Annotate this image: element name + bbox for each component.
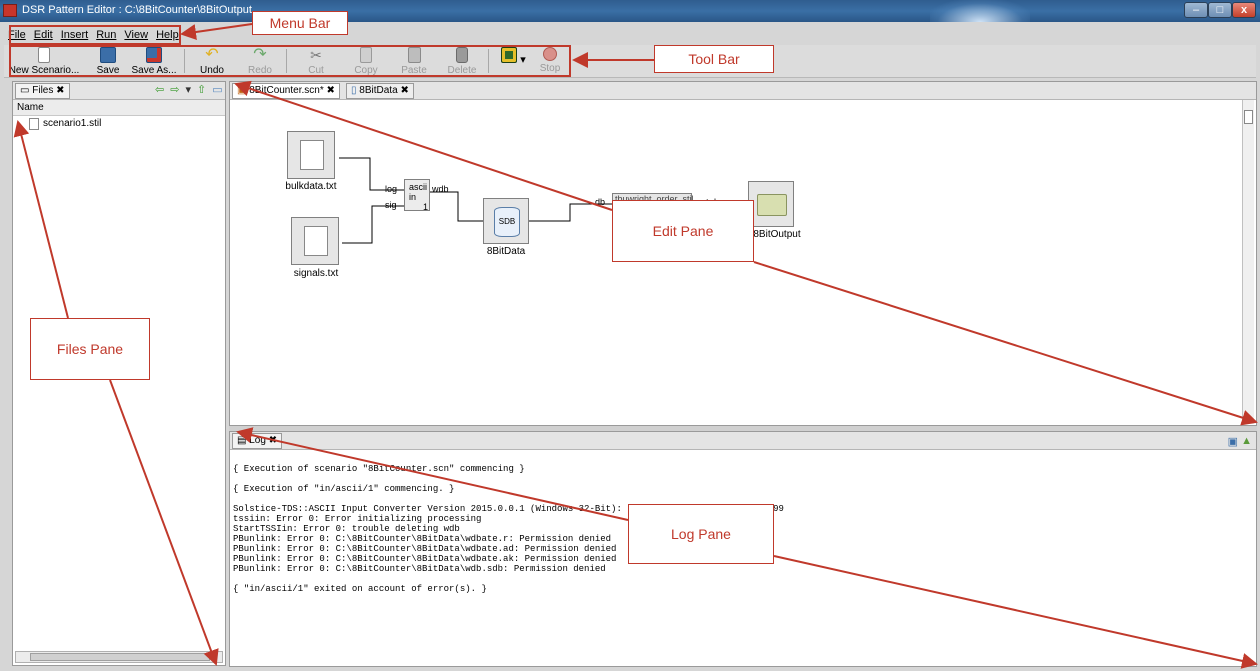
delete-button[interactable]: Delete <box>442 47 482 77</box>
tool-bar: New Scenario... Save Save As... ↶ Undo ↷… <box>4 45 1256 78</box>
callout-log-pane: Log Pane <box>628 504 774 564</box>
save-log-icon[interactable]: ▣ <box>1228 435 1238 448</box>
chevron-down-icon[interactable]: ▾ <box>185 84 197 96</box>
window-title: DSR Pattern Editor : C:\8BitCounter\8Bit… <box>22 4 252 16</box>
maximize-button[interactable]: □ <box>1208 2 1232 18</box>
chevron-down-icon[interactable]: ▾ <box>518 53 528 83</box>
redo-icon: ↷ <box>253 46 267 63</box>
save-as-icon <box>146 47 162 63</box>
menu-run[interactable]: Run <box>92 26 120 44</box>
new-scenario-button[interactable]: New Scenario... <box>8 47 80 77</box>
clear-log-icon[interactable]: ▲ <box>1241 435 1252 447</box>
minimize-button[interactable]: – <box>1184 2 1208 18</box>
callout-edit-pane: Edit Pane <box>612 200 754 262</box>
new-file-icon <box>38 47 50 63</box>
stop-icon <box>543 47 557 61</box>
paste-button[interactable]: Paste <box>394 47 434 77</box>
tab-log[interactable]: ▤ Log ✖ <box>232 433 283 449</box>
titlebar-glow <box>930 0 1030 22</box>
menu-help[interactable]: Help <box>152 26 183 44</box>
vertical-scrollbar[interactable] <box>1242 100 1254 424</box>
files-header: ▭ Files ✖ ⇦⇨▾⇧▭▣ <box>13 82 239 100</box>
new-folder-icon[interactable]: ▭ <box>212 84 228 96</box>
cut-button[interactable]: ✂ Cut <box>296 47 336 77</box>
log-icon: ▤ <box>237 435 247 446</box>
folder-icon: ▭ <box>20 85 30 96</box>
tab-files[interactable]: ▭ Files ✖ <box>15 83 70 99</box>
menu-view[interactable]: View <box>120 26 152 44</box>
list-item[interactable]: scenario1.stil <box>13 116 225 132</box>
forward-arrow-icon[interactable]: ⇨ <box>170 84 185 96</box>
undo-icon: ↶ <box>205 46 219 63</box>
save-as-button[interactable]: Save As... <box>130 47 178 77</box>
log-tab-label: Log <box>249 435 266 446</box>
callout-tool-bar: Tool Bar <box>654 45 774 73</box>
close-button[interactable]: x <box>1232 2 1256 18</box>
close-icon[interactable]: ✖ <box>269 435 277 446</box>
log-tabs: ▤ Log ✖ ▣ ▲ <box>230 432 1256 450</box>
scrollbar-thumb[interactable] <box>30 653 210 661</box>
file-name: scenario1.stil <box>43 118 102 129</box>
save-icon <box>100 47 116 63</box>
toolbar-separator <box>184 49 185 73</box>
title-bar: DSR Pattern Editor : C:\8BitCounter\8Bit… <box>0 0 1260 22</box>
toolbar-separator <box>488 49 489 73</box>
back-arrow-icon[interactable]: ⇦ <box>155 84 170 96</box>
scissors-icon: ✂ <box>310 47 322 63</box>
trash-icon <box>456 47 468 63</box>
run-icon <box>501 47 517 63</box>
callout-menu-bar: Menu Bar <box>252 11 348 35</box>
menu-edit[interactable]: Edit <box>30 26 57 44</box>
redo-button[interactable]: ↷ Redo <box>240 47 280 77</box>
save-button[interactable]: Save <box>88 47 128 77</box>
column-header-name[interactable]: Name <box>13 100 225 116</box>
callout-files-pane: Files Pane <box>30 318 150 380</box>
undo-button[interactable]: ↶ Undo <box>192 47 232 77</box>
menu-file[interactable]: File <box>4 26 30 44</box>
toolbar-separator <box>286 49 287 73</box>
clipboard-icon <box>407 47 421 63</box>
copy-icon <box>360 47 372 63</box>
scrollbar-thumb[interactable] <box>1244 110 1253 124</box>
horizontal-scrollbar[interactable] <box>15 651 223 663</box>
app-icon <box>3 4 17 17</box>
file-icon <box>29 118 39 130</box>
stop-button[interactable]: Stop <box>530 47 570 77</box>
menu-insert[interactable]: Insert <box>57 26 93 44</box>
close-icon[interactable]: ✖ <box>56 85 64 96</box>
menu-bar: File Edit Insert Run View Help <box>4 26 183 44</box>
files-tab-label: Files <box>32 85 54 96</box>
up-arrow-icon[interactable]: ⇧ <box>197 84 212 96</box>
copy-button[interactable]: Copy <box>346 47 386 77</box>
